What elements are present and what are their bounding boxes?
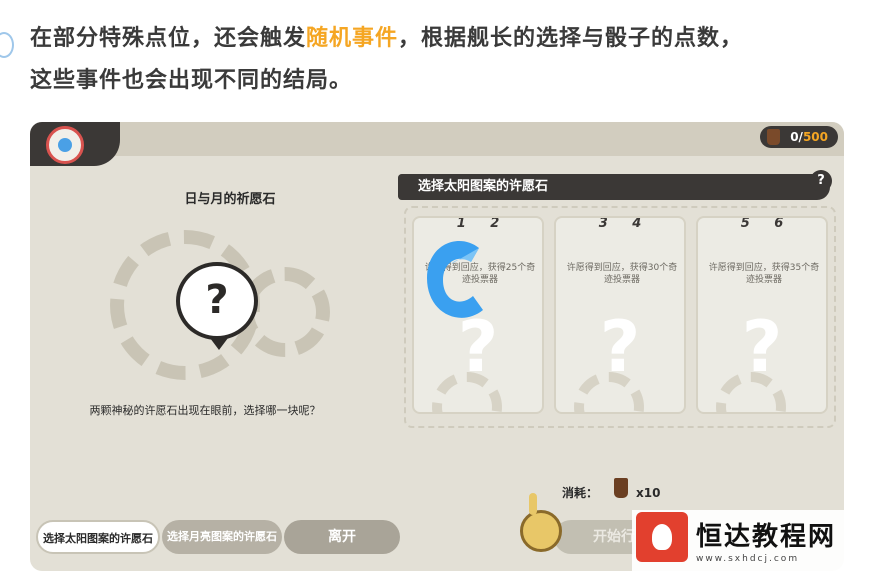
mascot-icon: [520, 493, 562, 552]
help-button[interactable]: ?: [810, 170, 832, 192]
bullet-icon: [0, 32, 14, 58]
choose-sun-button[interactable]: 选择太阳图案的许愿石: [36, 520, 160, 554]
cost-label: 消耗：: [562, 486, 599, 500]
choose-moon-button[interactable]: 选择月亮图案的许愿石: [162, 520, 282, 554]
event-title: 日与月的祈愿石: [184, 192, 276, 207]
emblem-notch: [30, 122, 120, 166]
leave-button[interactable]: 离开: [284, 520, 400, 554]
counter-max: 500: [802, 130, 828, 144]
dice-numbers: 5 6: [740, 216, 784, 231]
outcome-desc: 许愿得到回应，获得30个奇迹投票器: [566, 263, 678, 285]
outcome-desc: 许愿得到回应，获得35个奇迹投票器: [708, 263, 820, 285]
watermark-url: www.sxhdcj.com: [696, 554, 800, 564]
counter-value: 0/: [790, 130, 803, 144]
choice-header: 选择太阳图案的许愿石: [398, 174, 830, 200]
game-panel: 0/500 日与月的祈愿石 ? 两颗神秘的许愿石出现在眼前，选择哪一块呢？ 选择…: [30, 122, 844, 571]
watermark-name: 恒达教程网: [696, 522, 837, 552]
top-bar: [30, 122, 844, 156]
intro-text: 在部分特殊点位，还会触发随机事件，根据舰长的选择与骰子的点数， 这些事件也会出现…: [30, 26, 744, 93]
outcome-card: 3 4 许愿得到回应，获得30个奇迹投票器 ?: [554, 216, 686, 414]
event-description: 两颗神秘的许愿石出现在眼前，选择哪一块呢？: [89, 404, 321, 417]
question-bubble-icon: ?: [176, 262, 258, 350]
watermark: 恒达教程网 www.sxhdcj.com: [632, 510, 881, 571]
drink-icon: [614, 478, 628, 498]
loading-spinner-icon: [427, 240, 483, 318]
dice-numbers: 3 4: [598, 216, 642, 231]
cost-value: x10: [636, 486, 661, 500]
emblem-icon: [46, 126, 84, 164]
resource-counter: 0/500: [760, 126, 838, 148]
watermark-logo-icon: [636, 512, 688, 562]
dice-numbers: 1 2: [456, 216, 500, 231]
outcome-card: 5 6 许愿得到回应，获得35个奇迹投票器 ?: [696, 216, 828, 414]
cup-icon: [767, 129, 781, 145]
intro-highlight: 随机事件: [306, 26, 399, 51]
